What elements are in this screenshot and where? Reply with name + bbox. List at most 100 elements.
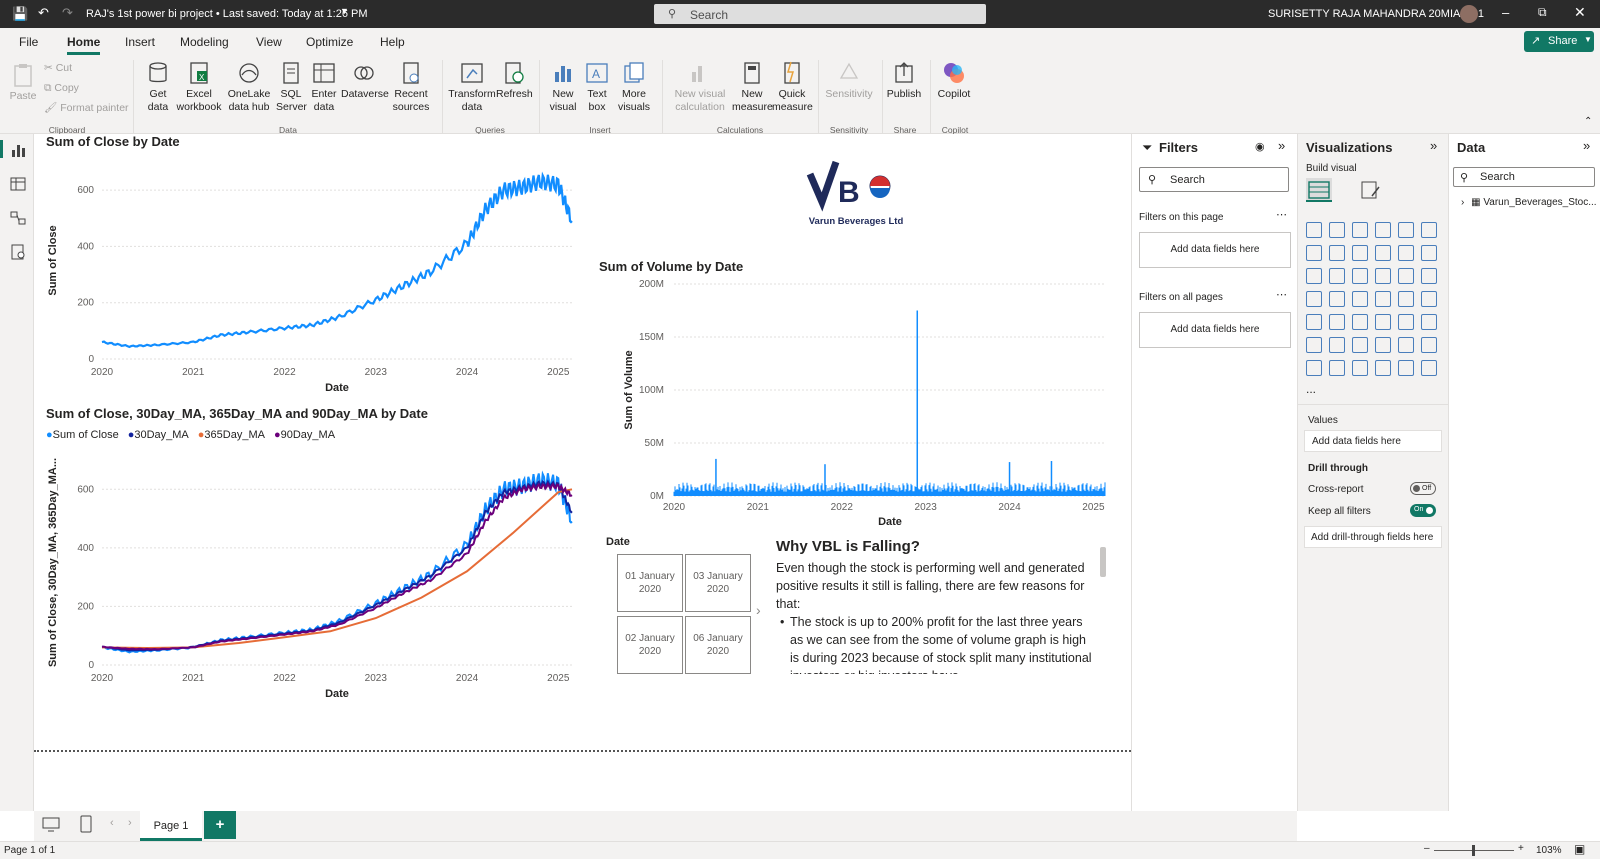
save-icon[interactable]: 💾 xyxy=(12,6,28,22)
collapse-ribbon-icon[interactable]: ⌃ xyxy=(1584,116,1592,127)
menu-insert[interactable]: Insert xyxy=(125,35,155,49)
format-painter-button[interactable]: 🖌 Format painter xyxy=(44,102,129,115)
visual-type-icon[interactable] xyxy=(1421,314,1437,330)
date-slicer-tile[interactable]: 06 January 2020 xyxy=(685,616,751,674)
visual-type-icon[interactable] xyxy=(1329,268,1345,284)
visual-type-icon[interactable] xyxy=(1375,314,1391,330)
visual-type-icon[interactable] xyxy=(1398,245,1414,261)
paste-button[interactable]: Paste xyxy=(8,62,38,103)
onelake-button[interactable]: OneLake data hub xyxy=(224,60,274,114)
previous-page-icon[interactable]: ‹ xyxy=(110,817,114,829)
new-measure-button[interactable]: New measure xyxy=(732,60,773,114)
visual-type-icon[interactable] xyxy=(1398,291,1414,307)
visual-type-icon[interactable] xyxy=(1375,360,1391,376)
visual-type-icon[interactable] xyxy=(1329,337,1345,353)
sensitivity-button[interactable]: Sensitivity xyxy=(822,60,876,101)
minimize-icon[interactable]: – xyxy=(1502,5,1509,20)
visual-type-icon[interactable] xyxy=(1398,360,1414,376)
visual-type-icon[interactable] xyxy=(1421,268,1437,284)
menu-view[interactable]: View xyxy=(256,35,282,49)
visual-type-icon[interactable] xyxy=(1306,314,1322,330)
excel-button[interactable]: X Excel workbook xyxy=(176,60,222,114)
visual-type-icon[interactable] xyxy=(1306,245,1322,261)
eye-icon[interactable]: ◉ xyxy=(1255,140,1265,153)
redo-icon[interactable]: ↷ xyxy=(62,5,73,21)
publish-button[interactable]: Publish xyxy=(886,60,922,101)
visual-type-icon[interactable] xyxy=(1352,360,1368,376)
values-drop-zone[interactable]: Add data fields here xyxy=(1304,430,1442,452)
visual-type-icon[interactable] xyxy=(1352,222,1368,238)
visual-type-icon[interactable] xyxy=(1398,337,1414,353)
model-view-icon[interactable] xyxy=(10,210,26,226)
fit-to-page-icon[interactable]: ▣ xyxy=(1574,842,1585,856)
add-page-button[interactable]: + xyxy=(204,811,236,839)
visual-type-icon[interactable] xyxy=(1352,245,1368,261)
visual-type-icon[interactable] xyxy=(1352,337,1368,353)
visual-type-icon[interactable] xyxy=(1421,291,1437,307)
moving-average-line-chart[interactable]: 0 200 400 600 2020 2021 2022 2023 2024 2025 Date Su… xyxy=(42,444,582,704)
restore-icon[interactable]: ⧉ xyxy=(1538,5,1547,20)
more-options-icon[interactable]: ⋯ xyxy=(1276,288,1287,301)
cross-report-toggle[interactable]: Off xyxy=(1410,482,1436,495)
visual-type-icon[interactable] xyxy=(1329,291,1345,307)
textbox-scrollbar[interactable] xyxy=(1100,547,1106,577)
enter-data-button[interactable]: Enter data xyxy=(309,60,339,114)
visual-type-icon[interactable] xyxy=(1352,314,1368,330)
menu-home[interactable]: Home xyxy=(67,35,100,49)
keep-filters-toggle[interactable]: On xyxy=(1410,504,1436,517)
more-visuals-ellipsis[interactable]: ... xyxy=(1306,382,1316,396)
date-slicer-tile[interactable]: 01 January 2020 xyxy=(617,554,683,612)
legend-item[interactable]: ●365Day_MA xyxy=(198,429,265,441)
menu-modeling[interactable]: Modeling xyxy=(180,35,229,49)
build-visual-tab[interactable] xyxy=(1306,178,1332,202)
cut-button[interactable]: ✂ Cut xyxy=(44,62,72,75)
avatar[interactable] xyxy=(1460,5,1478,23)
quick-measure-button[interactable]: Quick measure xyxy=(772,60,813,114)
menu-optimize[interactable]: Optimize xyxy=(306,35,353,49)
visual-type-icon[interactable] xyxy=(1421,337,1437,353)
visual-type-icon[interactable] xyxy=(1375,245,1391,261)
mobile-layout-icon[interactable] xyxy=(80,815,92,833)
page-filter-drop-zone[interactable]: Add data fields here xyxy=(1139,232,1291,268)
filters-search-input[interactable]: ⚲ Search xyxy=(1139,167,1289,192)
zoom-thumb[interactable] xyxy=(1472,845,1475,856)
visual-type-icon[interactable] xyxy=(1421,245,1437,261)
visual-type-icon[interactable] xyxy=(1375,291,1391,307)
visual-type-icon[interactable] xyxy=(1329,245,1345,261)
visual-type-icon[interactable] xyxy=(1398,222,1414,238)
zoom-in-icon[interactable]: + xyxy=(1518,843,1524,854)
legend-item[interactable]: ●Sum of Close xyxy=(46,429,119,441)
legend-item[interactable]: ●90Day_MA xyxy=(274,429,335,441)
table-view-icon[interactable] xyxy=(10,176,26,192)
legend-item[interactable]: ●30Day_MA xyxy=(128,429,189,441)
close-line-chart[interactable]: 0 200 400 600 2020 2021 2022 2023 2024 2025 Date Su… xyxy=(42,152,582,400)
visual-type-icon[interactable] xyxy=(1421,222,1437,238)
transform-data-button[interactable]: Transform data xyxy=(448,60,496,114)
visual-type-icon[interactable] xyxy=(1329,222,1345,238)
data-table-item[interactable]: › ▦ Varun_Beverages_Stoc... xyxy=(1461,197,1597,208)
visual-type-icon[interactable] xyxy=(1352,268,1368,284)
visual-type-icon[interactable] xyxy=(1306,337,1322,353)
zoom-out-icon[interactable]: – xyxy=(1424,843,1430,854)
date-slicer-tile[interactable]: 03 January 2020 xyxy=(685,554,751,612)
visual-type-icon[interactable] xyxy=(1329,314,1345,330)
visual-type-icon[interactable] xyxy=(1306,291,1322,307)
visual-type-icon[interactable] xyxy=(1306,222,1322,238)
dataverse-button[interactable]: Dataverse xyxy=(341,60,389,101)
visual-type-icon[interactable] xyxy=(1421,360,1437,376)
visual-type-icon[interactable] xyxy=(1375,268,1391,284)
get-data-button[interactable]: Get data xyxy=(141,60,175,114)
drill-through-drop-zone[interactable]: Add drill-through fields here xyxy=(1304,526,1442,548)
visual-type-icon[interactable] xyxy=(1398,268,1414,284)
menu-help[interactable]: Help xyxy=(380,35,405,49)
copy-button[interactable]: ⧉ Copy xyxy=(44,82,79,95)
chevron-right-icon[interactable]: › xyxy=(756,602,761,618)
sql-server-button[interactable]: SQL Server xyxy=(276,60,307,114)
visual-type-icon[interactable] xyxy=(1306,360,1322,376)
visual-type-icon[interactable] xyxy=(1375,222,1391,238)
menu-file[interactable]: File xyxy=(19,35,38,49)
collapse-visualizations-icon[interactable]: » xyxy=(1430,138,1437,153)
text-box[interactable]: Why VBL is Falling? Even though the stoc… xyxy=(776,538,1098,674)
new-visual-button[interactable]: New visual xyxy=(546,60,580,114)
next-page-icon[interactable]: › xyxy=(128,817,132,829)
